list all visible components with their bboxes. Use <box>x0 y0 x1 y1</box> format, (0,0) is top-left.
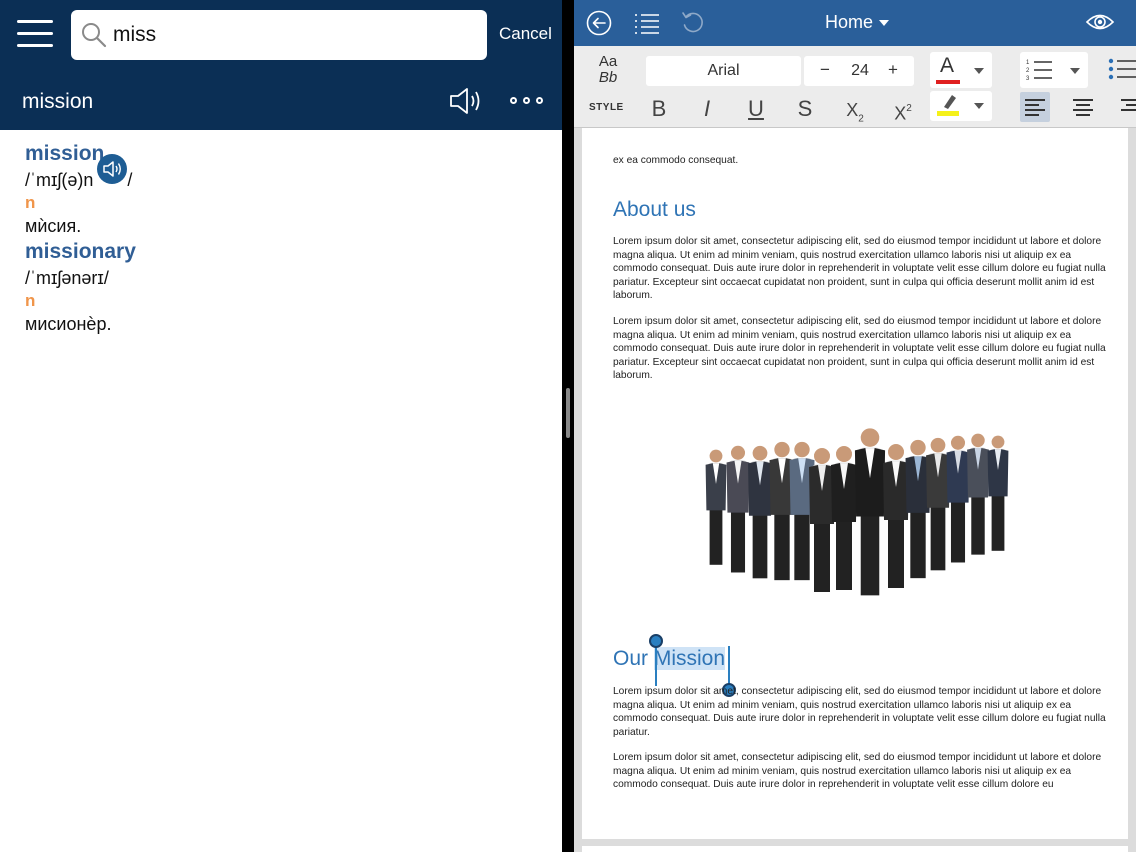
eye-icon[interactable] <box>1085 11 1115 33</box>
italic-button[interactable]: I <box>692 96 722 122</box>
superscript-label: X <box>894 103 907 124</box>
selection-start-knob[interactable] <box>649 634 663 648</box>
align-right-button[interactable] <box>1116 92 1136 122</box>
chevron-down-icon <box>879 20 890 27</box>
font-family-select[interactable]: Arial <box>646 56 801 86</box>
underline-button[interactable]: U <box>741 96 771 122</box>
back-icon[interactable] <box>586 10 612 36</box>
strikethrough-button[interactable]: S <box>790 96 820 122</box>
cancel-button[interactable]: Cancel <box>499 24 552 44</box>
font-color-letter: A <box>940 54 955 77</box>
more-icon[interactable] <box>510 96 544 106</box>
font-color-swatch <box>936 80 960 84</box>
paragraph[interactable]: ex ea commodo consequat. <box>613 154 1113 168</box>
paragraph[interactable]: Lorem ipsum dolor sit amet, consectetur … <box>613 235 1113 303</box>
entry-list: mission /ˈmɪʃ(ə)n / n мѝсия. missionary … <box>25 140 545 336</box>
split-view-handle[interactable] <box>566 388 570 438</box>
style-preview-upper: Aa <box>598 53 618 70</box>
align-left-button[interactable] <box>1020 92 1050 122</box>
current-headword: mission <box>22 90 94 113</box>
svg-text:2: 2 <box>1026 68 1030 74</box>
superscript-button[interactable]: X2 <box>888 96 918 124</box>
font-size-stepper: − 24 + <box>804 56 914 86</box>
search-field[interactable] <box>71 10 487 60</box>
subscript-label: X <box>846 100 859 120</box>
selected-text[interactable]: Mission <box>653 647 726 670</box>
entry-word[interactable]: missionary <box>25 238 545 266</box>
increase-size-button[interactable]: + <box>878 56 908 86</box>
format-ribbon: Aa Bb STYLE Arial − 24 + A 1 2 3 B I U S X… <box>574 46 1136 128</box>
document-page[interactable]: ex ea commodo consequat. About us Lorem … <box>582 128 1128 839</box>
part-of-speech: n <box>25 193 36 212</box>
next-page <box>582 846 1128 852</box>
align-center-button[interactable] <box>1068 92 1098 122</box>
bullet-list-icon[interactable] <box>1108 58 1136 84</box>
heading-about[interactable]: About us <box>613 198 1113 222</box>
heading-prefix: Our <box>613 647 654 670</box>
dictionary-pane: Cancel mission mission /ˈmɪʃ(ə)n / n мѝс… <box>0 0 562 852</box>
decrease-size-button[interactable]: − <box>810 56 840 86</box>
heading-mission[interactable]: Our Mission <box>613 647 1113 671</box>
editor-pane: Home Aa Bb STYLE Arial − 24 + A 1 2 3 B I … <box>574 0 1136 852</box>
home-label: Home <box>825 12 874 32</box>
subscript-button[interactable]: X2 <box>840 96 870 125</box>
part-of-speech: n <box>25 291 36 310</box>
svg-text:1: 1 <box>1026 60 1030 66</box>
superscript-mark: 2 <box>906 103 912 114</box>
play-audio-button[interactable] <box>97 154 128 184</box>
pronunciation-text: /ˈmɪʃənərɪ/ <box>25 268 109 288</box>
pronunciation-end: / <box>127 170 133 190</box>
pronunciation-text: /ˈmɪʃ(ə)n <box>25 170 94 190</box>
style-preview-lower: Bb <box>598 69 618 86</box>
editor-header: Home <box>574 0 1136 46</box>
chevron-down-icon <box>974 68 984 74</box>
style-label: STYLE <box>589 102 624 113</box>
outline-icon[interactable] <box>634 12 660 34</box>
svg-text:3: 3 <box>1026 76 1030 82</box>
entry-pronunciation: /ˈmɪʃ(ə)n / <box>25 154 133 192</box>
font-size-value[interactable]: 24 <box>840 56 880 86</box>
entry-pronunciation: /ˈmɪʃənərɪ/ <box>25 266 109 290</box>
style-button[interactable]: Aa Bb <box>588 54 628 86</box>
font-color-button[interactable]: A <box>930 52 992 88</box>
entry-translation: мисионѐр. <box>25 314 112 334</box>
entry-translation: мѝсия. <box>25 216 82 236</box>
paragraph[interactable]: Lorem ipsum dolor sit amet, consectetur … <box>613 751 1113 792</box>
home-menu-button[interactable]: Home <box>825 12 890 33</box>
search-icon <box>82 23 107 48</box>
chevron-down-icon <box>1070 68 1080 74</box>
paragraph[interactable]: Lorem ipsum dolor sit amet, consectetur … <box>613 685 1113 739</box>
search-input[interactable] <box>113 18 473 52</box>
menu-icon[interactable] <box>17 18 53 48</box>
highlighter-icon <box>937 95 959 116</box>
list-style-button[interactable]: 1 2 3 <box>1020 52 1088 88</box>
undo-icon[interactable] <box>680 10 706 36</box>
highlight-button[interactable] <box>930 91 992 121</box>
bold-button[interactable]: B <box>644 96 674 122</box>
paragraph[interactable]: Lorem ipsum dolor sit amet, consectetur … <box>613 315 1113 383</box>
chevron-down-icon <box>974 103 984 109</box>
subscript-mark: 2 <box>858 113 864 125</box>
dictionary-header: Cancel mission <box>0 0 562 130</box>
speaker-icon[interactable] <box>448 86 484 116</box>
team-photo[interactable] <box>694 414 1024 624</box>
numbered-list-icon: 1 2 3 <box>1026 60 1052 82</box>
speaker-icon <box>103 161 122 177</box>
selection-start-handle[interactable] <box>655 642 657 686</box>
